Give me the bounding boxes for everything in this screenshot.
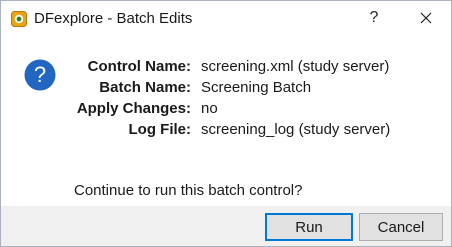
cancel-button[interactable]: Cancel — [359, 213, 443, 241]
batch-name-label: Batch Name: — [99, 79, 191, 96]
log-file-label: Log File: — [128, 121, 192, 138]
control-name-value: screening.xml (study server) — [201, 58, 390, 75]
window-title: DFexplore - Batch Edits — [34, 10, 193, 27]
svg-text:?: ? — [34, 62, 46, 87]
batch-details: Control Name: screening.xml (study serve… — [65, 57, 390, 140]
dialog-window: DFexplore - Batch Edits ? ? Control Name… — [0, 0, 452, 247]
button-bar: Run Cancel — [1, 206, 451, 246]
close-button[interactable] — [403, 1, 449, 35]
run-button[interactable]: Run — [265, 213, 353, 241]
close-icon — [420, 12, 432, 24]
help-icon: ? — [369, 9, 379, 26]
apply-changes-value: no — [201, 100, 218, 117]
question-icon: ? — [24, 59, 56, 91]
batch-name-value: Screening Batch — [201, 79, 312, 96]
dfexplore-app-icon — [11, 11, 27, 27]
log-file-value: screening_log (study server) — [201, 121, 391, 138]
control-name-label: Control Name: — [87, 58, 191, 75]
apply-changes-label: Apply Changes: — [76, 100, 191, 117]
confirmation-prompt: Continue to run this batch control? — [74, 182, 303, 199]
help-button[interactable]: ? — [351, 1, 397, 35]
dialog-body: ? Control Name: screening.xml (study ser… — [1, 37, 451, 206]
title-bar[interactable]: DFexplore - Batch Edits ? — [1, 1, 451, 37]
